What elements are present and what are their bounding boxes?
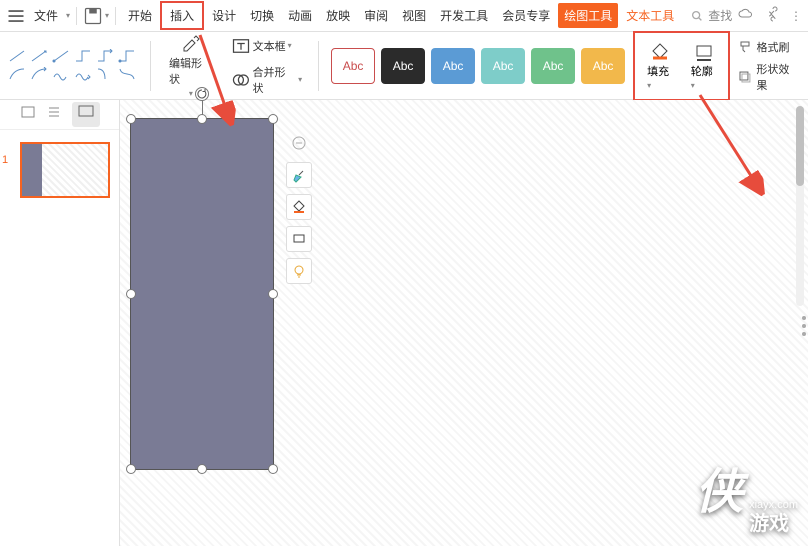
tab-transition[interactable]: 切换 bbox=[244, 3, 280, 28]
chevron-down-icon: ▾ bbox=[66, 11, 70, 20]
tab-member[interactable]: 会员专享 bbox=[496, 3, 556, 28]
float-brush-button[interactable] bbox=[286, 162, 312, 188]
slide-panel-tabs bbox=[0, 100, 119, 130]
resize-handle-e[interactable] bbox=[268, 289, 278, 299]
tab-animation[interactable]: 动画 bbox=[282, 3, 318, 28]
more-icon[interactable]: ⋮ bbox=[790, 9, 802, 23]
divider bbox=[318, 41, 319, 91]
tab-slideshow[interactable]: 放映 bbox=[320, 3, 356, 28]
abc-style-5[interactable]: Abc bbox=[531, 48, 575, 84]
menubar-right: ⋮ bbox=[738, 6, 802, 25]
divider bbox=[76, 7, 77, 25]
fill-button[interactable]: 填充▾ bbox=[639, 37, 681, 95]
search-box[interactable]: 查找 bbox=[690, 7, 732, 24]
divider bbox=[115, 7, 116, 25]
outline-button[interactable]: 轮廓▾ bbox=[683, 37, 725, 95]
resize-handle-nw[interactable] bbox=[126, 114, 136, 124]
slide-thumbnail-1[interactable] bbox=[20, 142, 110, 198]
tab-start[interactable]: 开始 bbox=[122, 3, 158, 28]
abc-style-3[interactable]: Abc bbox=[431, 48, 475, 84]
divider bbox=[150, 41, 151, 91]
abc-style-4[interactable]: Abc bbox=[481, 48, 525, 84]
float-idea-button[interactable] bbox=[286, 258, 312, 284]
shape-effects-button[interactable]: 形状效果 bbox=[738, 61, 800, 93]
resize-handle-w[interactable] bbox=[126, 289, 136, 299]
resize-handle-s[interactable] bbox=[197, 464, 207, 474]
resize-handle-se[interactable] bbox=[268, 464, 278, 474]
vertical-scrollbar[interactable] bbox=[796, 106, 804, 306]
thumbnail-shape bbox=[22, 144, 42, 196]
annotation-arrow-1 bbox=[190, 30, 250, 130]
float-collapse-button[interactable] bbox=[286, 130, 312, 156]
file-menu[interactable]: 文件 bbox=[28, 3, 64, 28]
tab-review[interactable]: 审阅 bbox=[358, 3, 394, 28]
outline-tab-icon[interactable] bbox=[46, 104, 62, 125]
slide-panel: 1 bbox=[0, 100, 120, 546]
toolbar-right: 格式刷 形状效果 bbox=[738, 39, 800, 93]
slide-number: 1 bbox=[2, 154, 8, 166]
tab-design[interactable]: 设计 bbox=[206, 3, 242, 28]
tab-view[interactable]: 视图 bbox=[396, 3, 432, 28]
save-icon[interactable] bbox=[83, 6, 103, 26]
share-icon[interactable] bbox=[764, 6, 780, 25]
slides-tab-icon[interactable] bbox=[20, 104, 36, 125]
float-fill-button[interactable] bbox=[286, 194, 312, 220]
chevron-down-icon: ▾ bbox=[105, 11, 109, 20]
abc-style-2[interactable]: Abc bbox=[381, 48, 425, 84]
tab-developer[interactable]: 开发工具 bbox=[434, 3, 494, 28]
selected-rectangle-shape[interactable] bbox=[130, 118, 274, 470]
resize-handle-sw[interactable] bbox=[126, 464, 136, 474]
thumbnail-tab-icon[interactable] bbox=[72, 102, 100, 127]
hamburger-icon[interactable] bbox=[6, 6, 26, 26]
floating-toolbar bbox=[286, 130, 312, 284]
scroll-indicator bbox=[802, 316, 806, 336]
annotation-arrow-2 bbox=[680, 90, 770, 200]
float-outline-button[interactable] bbox=[286, 226, 312, 252]
scrollbar-thumb[interactable] bbox=[796, 106, 804, 186]
search-icon bbox=[690, 9, 704, 23]
shape-style-gallery[interactable]: Abc Abc Abc Abc Abc Abc bbox=[331, 48, 625, 84]
line-shapes-grid[interactable] bbox=[8, 49, 138, 83]
abc-style-6[interactable]: Abc bbox=[581, 48, 625, 84]
format-painter-button[interactable]: 格式刷 bbox=[738, 39, 800, 55]
resize-handle-ne[interactable] bbox=[268, 114, 278, 124]
cloud-icon[interactable] bbox=[738, 6, 754, 25]
tab-insert[interactable]: 插入 bbox=[160, 1, 204, 30]
menubar: 文件 ▾ ▾ 开始 插入 设计 切换 动画 放映 审阅 视图 开发工具 会员专享… bbox=[0, 0, 808, 32]
abc-style-1[interactable]: Abc bbox=[331, 48, 375, 84]
watermark: 侠 xiayx.com 游戏 bbox=[695, 452, 798, 536]
tab-drawing-tools[interactable]: 绘图工具 bbox=[558, 3, 618, 28]
tab-text-tools[interactable]: 文本工具 bbox=[620, 3, 680, 28]
